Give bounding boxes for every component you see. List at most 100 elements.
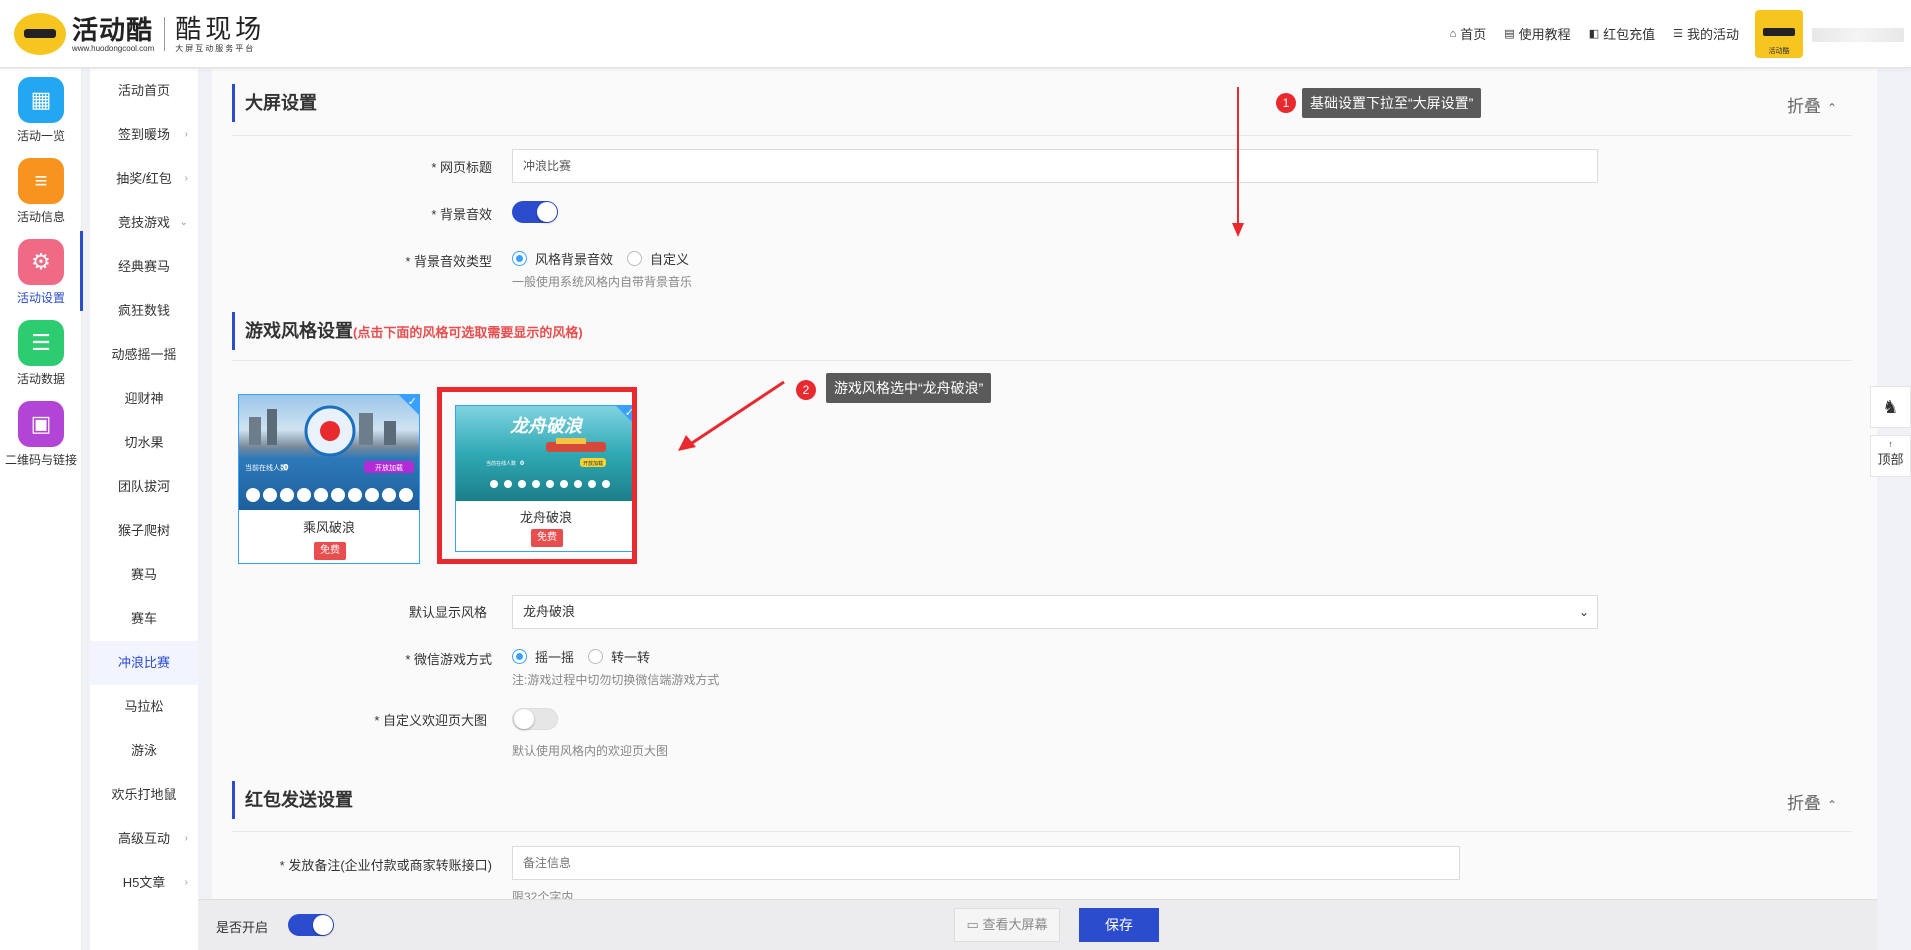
logo-url: www.huodongcool.com xyxy=(72,43,155,53)
annotation-number: 2 xyxy=(796,380,816,400)
bottom-action-bar: 是否开启 ▭ 查看大屏幕 保存 xyxy=(198,899,1877,950)
radio-spin[interactable]: 转一转 xyxy=(588,647,650,666)
toggle-knob xyxy=(537,202,557,222)
thumb-stat-text: 当前在线人数 xyxy=(245,463,287,472)
annotation-number: 1 xyxy=(1276,93,1296,113)
back-to-top-button[interactable]: ↑ 顶部 xyxy=(1870,435,1911,477)
submenu-item[interactable]: 疯狂数钱 xyxy=(90,289,198,333)
monitor-icon: ▭ xyxy=(966,917,983,932)
remark-label: * 发放备注(企业付款或商家转账接口) xyxy=(279,858,492,873)
home-icon: ⌂ xyxy=(1449,27,1457,40)
bg-sound-toggle[interactable] xyxy=(512,201,558,223)
sidebar-item-settings[interactable]: ⚙ 活动设置 xyxy=(0,231,83,311)
chevron-right-icon: › xyxy=(184,833,188,844)
radio-style-sound[interactable]: 风格背景音效 xyxy=(512,249,613,268)
radio-shake[interactable]: 摇一摇 xyxy=(512,647,574,666)
free-badge: 免费 xyxy=(314,542,346,560)
remark-input[interactable] xyxy=(512,846,1460,880)
nav-recharge[interactable]: ◧ 红包充值 xyxy=(1589,24,1655,43)
qrcode-icon: ▣ xyxy=(18,401,64,447)
bg-sound-label: * 背景音效 xyxy=(431,207,492,222)
thumb-button-text: 开放加载 xyxy=(375,463,403,472)
preview-screen-button[interactable]: ▭ 查看大屏幕 xyxy=(954,908,1060,942)
welcome-image-toggle[interactable] xyxy=(512,708,558,730)
sidebar-item-qrcode[interactable]: ▣ 二维码与链接 xyxy=(0,393,82,473)
style-card-chengfeng[interactable]: 开放加载 当前在线人数 0 ✓ 乘风破浪 免费 xyxy=(238,394,420,564)
sidebar-item-overview[interactable]: ▦ 活动一览 xyxy=(0,69,82,149)
qq-service-button[interactable]: ♞ xyxy=(1870,386,1911,428)
enabled-label: 是否开启 xyxy=(216,920,269,935)
submenu-item[interactable]: 切水果 xyxy=(90,421,198,465)
database-icon: ☰ xyxy=(18,320,64,366)
submenu-item[interactable]: 游泳 xyxy=(90,729,198,773)
submenu-item[interactable]: 团队拔河 xyxy=(90,465,198,509)
radio-custom-sound[interactable]: 自定义 xyxy=(627,249,689,268)
style-thumbnail: 开放加载 当前在线人数 0 xyxy=(239,395,419,510)
annotation-highlight-box xyxy=(437,387,637,564)
main-content: 大屏设置 折叠 ⌃ * 网页标题 冲浪比赛 * 背景音效 * 背景音效类型 风格背… xyxy=(212,69,1877,899)
default-style-label: 默认显示风格 xyxy=(408,605,487,620)
thumb-count-text: 0 xyxy=(283,463,289,472)
enabled-toggle[interactable] xyxy=(288,914,334,936)
welcome-image-hint: 默认使用风格内的欢迎页大图 xyxy=(512,744,669,758)
default-style-select[interactable]: 龙舟破浪 ⌄ xyxy=(512,595,1598,629)
fold-toggle-redpack[interactable]: 折叠 ⌃ xyxy=(1787,789,1837,814)
chevron-right-icon: › xyxy=(184,173,188,184)
radio-checked-icon xyxy=(512,251,527,266)
submenu-item[interactable]: 赛马 xyxy=(90,553,198,597)
submenu-item[interactable]: 经典赛马 xyxy=(90,245,198,289)
top-nav: ⌂ 首页 ▤ 使用教程 ◧ 红包充值 ☰ 我的活动 xyxy=(1450,24,1739,43)
radio-unchecked-icon xyxy=(627,251,643,266)
save-button[interactable]: 保存 xyxy=(1079,908,1159,942)
section-subtitle-style: (点击下面的风格可选取需要显示的风格) xyxy=(353,325,583,340)
toggle-knob xyxy=(514,709,534,729)
site-logo[interactable]: 活动酷 www.huodongcool.com 酷现场 大屏互动服务平台 xyxy=(14,12,265,56)
sidebar-item-data[interactable]: ☰ 活动数据 xyxy=(0,312,82,392)
chevron-right-icon: › xyxy=(184,129,188,140)
nav-my-activities[interactable]: ☰ 我的活动 xyxy=(1673,24,1739,43)
qq-icon: ♞ xyxy=(1882,397,1899,417)
chevron-down-icon: ⌄ xyxy=(179,217,188,228)
arrow-up-icon: ↑ xyxy=(1888,439,1893,449)
submenu-item[interactable]: 猴子爬树 xyxy=(90,509,198,553)
divider xyxy=(232,135,1852,136)
welcome-image-label: * 自定义欢迎页大图 xyxy=(374,713,487,728)
wallet-icon: ◧ xyxy=(1588,28,1600,40)
style-card-name: 乘风破浪 xyxy=(302,520,355,535)
list-icon: ☰ xyxy=(1673,28,1683,40)
submenu-item[interactable]: 欢乐打地鼠 xyxy=(90,773,198,817)
city-wave-illustration: 开放加载 当前在线人数 0 xyxy=(245,405,414,502)
annotation-tooltip: 游戏风格选中“龙舟破浪” xyxy=(826,373,992,403)
chevron-down-icon: ⌄ xyxy=(1578,605,1589,619)
page-title-input[interactable]: 冲浪比赛 xyxy=(512,149,1598,183)
submenu-item[interactable]: 马拉松 xyxy=(90,685,198,729)
fold-toggle-screen[interactable]: 折叠 ⌃ xyxy=(1787,92,1837,117)
sidebar-item-info[interactable]: ≡ 活动信息 xyxy=(0,150,82,230)
remark-hint: 限32个字内 xyxy=(512,890,574,899)
nav-tutorial[interactable]: ▤ 使用教程 xyxy=(1504,24,1570,43)
user-name-blurred[interactable] xyxy=(1812,28,1904,42)
logo-divider xyxy=(164,17,166,51)
submenu-item[interactable]: 活动首页 xyxy=(90,69,198,113)
top-header: 活动酷 www.huodongcool.com 酷现场 大屏互动服务平台 ⌂ 首页… xyxy=(0,0,1911,68)
chevron-up-icon: ⌃ xyxy=(1826,101,1837,115)
submenu-item[interactable]: 高级互动 › xyxy=(90,817,198,861)
submenu-item[interactable]: 抽奖/红包 › xyxy=(90,157,198,201)
submenu-item[interactable]: 赛车 xyxy=(90,597,198,641)
submenu-item[interactable]: 动感摇一摇 xyxy=(90,333,198,377)
submenu-item[interactable]: 竞技游戏 ⌄ xyxy=(90,201,198,245)
chevron-right-icon: › xyxy=(184,877,188,888)
primary-sidebar: ▦ 活动一览 ≡ 活动信息 ⚙ 活动设置 ☰ 活动数据 ▣ 二维码与链接 xyxy=(0,69,83,950)
nav-home[interactable]: ⌂ 首页 xyxy=(1450,24,1487,43)
gear-icon: ⚙ xyxy=(18,239,64,285)
document-icon: ▤ xyxy=(1504,28,1515,40)
submenu-item[interactable]: H5文章 › xyxy=(90,861,198,905)
submenu-item[interactable]: 迎财神 xyxy=(90,377,198,421)
avatar[interactable]: 活动酷 xyxy=(1755,10,1803,58)
grid-icon: ▦ xyxy=(18,77,64,123)
logo-title: 活动酷 xyxy=(72,14,154,45)
secondary-sidebar: 活动首页 签到暖场 › 抽奖/红包 › 竞技游戏 ⌄ 经典赛马 疯狂数钱 动感摇一摇 … xyxy=(90,69,198,950)
submenu-item-active[interactable]: 冲浪比赛 xyxy=(90,641,198,685)
submenu-item[interactable]: 签到暖场 › xyxy=(90,113,198,157)
bg-sound-type-radios: 风格背景音效 自定义 xyxy=(512,249,689,268)
